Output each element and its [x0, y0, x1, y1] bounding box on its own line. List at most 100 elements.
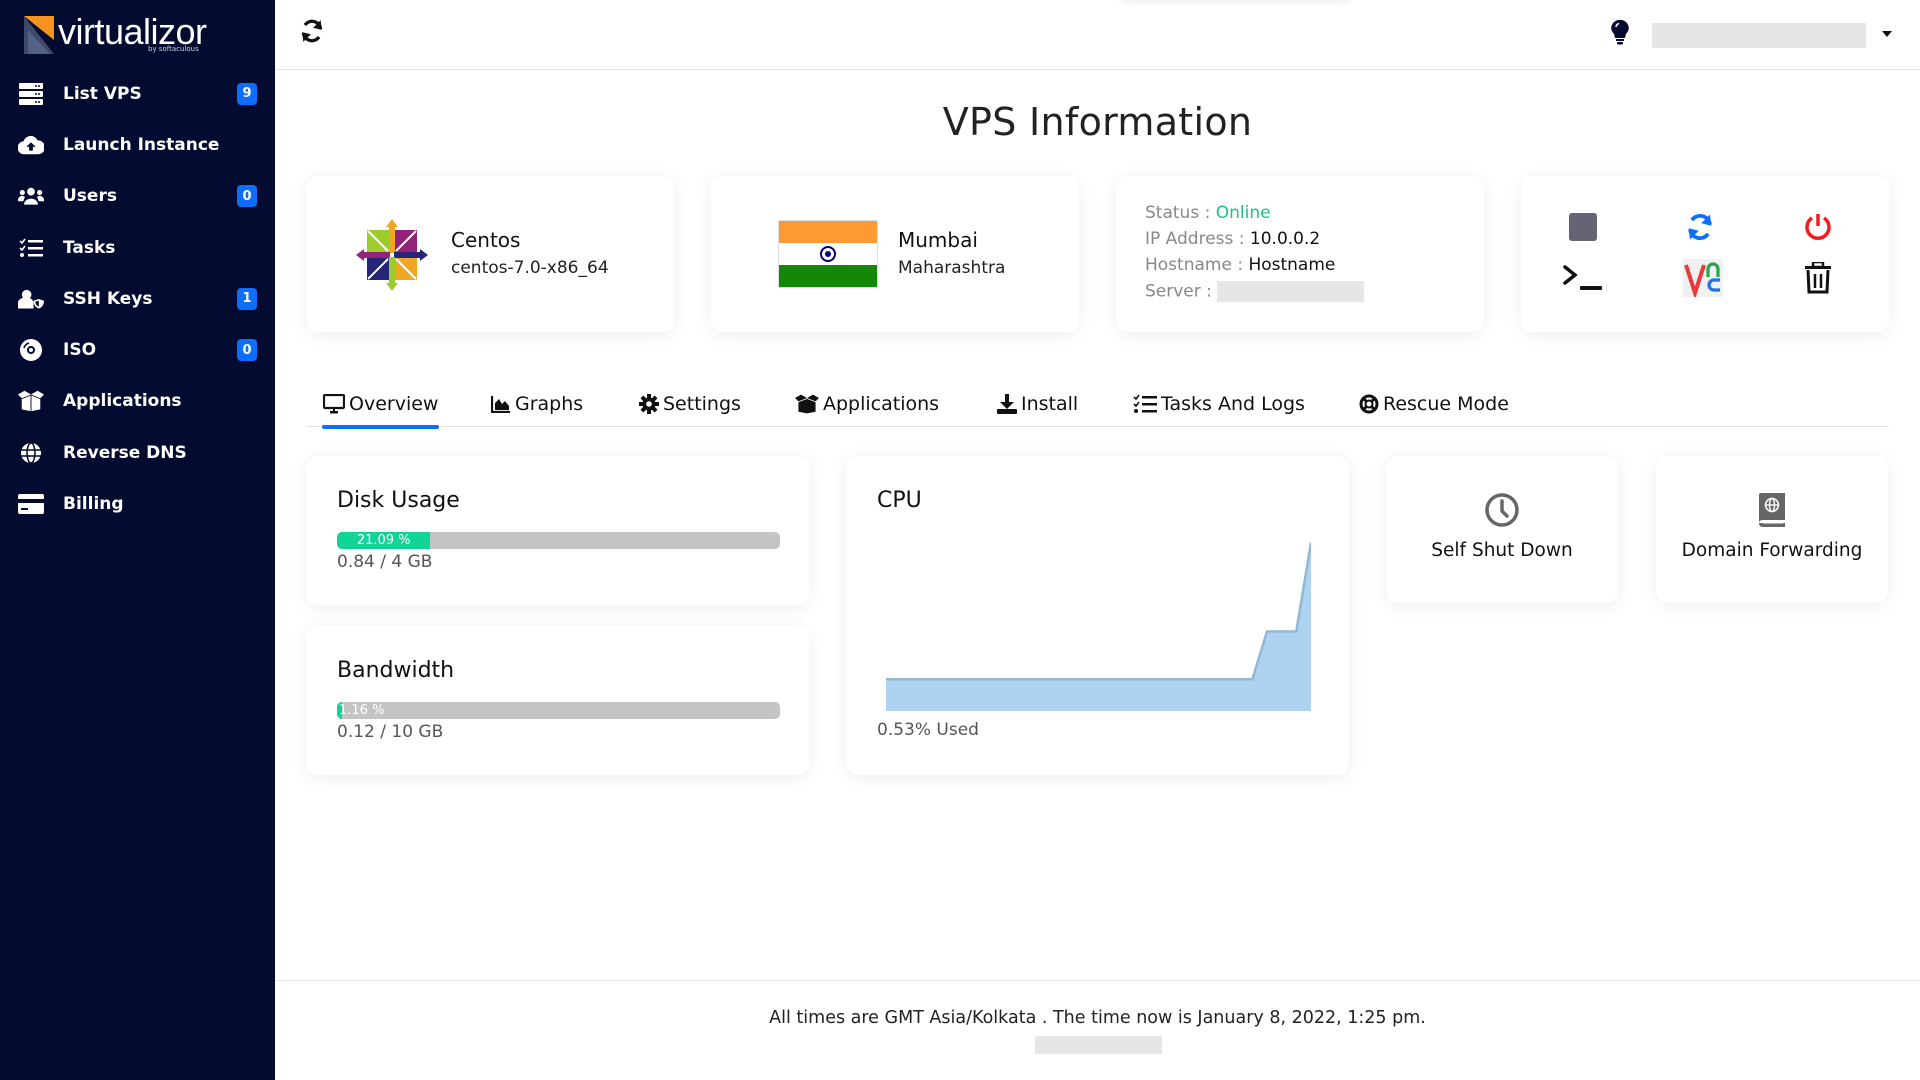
- sidebar-item-label: List VPS: [63, 83, 142, 104]
- tab-rescue-mode[interactable]: Rescue Mode: [1359, 380, 1509, 427]
- os-template: centos-7.0-x86_64: [451, 258, 609, 278]
- tab-install[interactable]: Install: [997, 380, 1078, 427]
- sidebar-item-label: Reverse DNS: [63, 442, 187, 463]
- sidebar-nav: List VPS 9 Launch Instance Users 0 Tasks: [0, 68, 275, 530]
- sidebar-item-label: Applications: [63, 391, 182, 412]
- tile-label: Domain Forwarding: [1681, 540, 1863, 561]
- vnc-button[interactable]: [1681, 256, 1725, 300]
- footer-redacted: [1035, 1036, 1162, 1054]
- domain-forwarding-tile[interactable]: Domain Forwarding: [1656, 456, 1888, 603]
- disk-usage-text: 0.84 / 4 GB: [337, 552, 433, 572]
- location-state: Maharashtra: [898, 258, 1006, 278]
- restart-button[interactable]: [1678, 205, 1722, 249]
- users-icon: [18, 184, 44, 208]
- sidebar-item-reverse-dns[interactable]: Reverse DNS: [0, 427, 275, 478]
- bandwidth-title: Bandwidth: [337, 658, 455, 683]
- tab-graphs[interactable]: Graphs: [491, 380, 583, 427]
- cpu-area-chart: [886, 542, 1311, 711]
- vnc-icon: [1683, 259, 1723, 297]
- power-off-button[interactable]: [1796, 205, 1840, 249]
- india-flag-icon: [778, 220, 878, 288]
- location-city: Mumbai: [898, 228, 978, 252]
- refresh-icon[interactable]: [299, 18, 325, 44]
- count-badge: 0: [237, 339, 257, 362]
- bandwidth-usage-text: 0.12 / 10 GB: [337, 722, 444, 742]
- tab-label: Overview: [349, 392, 439, 415]
- tile-label: Self Shut Down: [1431, 540, 1573, 561]
- user-menu[interactable]: [1652, 23, 1866, 48]
- server-row: Server :: [1145, 281, 1365, 302]
- trash-icon: [1805, 262, 1831, 294]
- delete-button[interactable]: [1796, 256, 1840, 300]
- tab-label: Graphs: [515, 392, 584, 415]
- disk-percent-label: 21.09 %: [356, 533, 411, 548]
- vps-actions-card: [1521, 176, 1889, 332]
- server-icon: [18, 82, 44, 106]
- monitor-icon: [323, 393, 345, 414]
- tab-label: Tasks And Logs: [1161, 392, 1305, 415]
- sidebar-item-users[interactable]: Users 0: [0, 171, 275, 222]
- sidebar-item-iso[interactable]: ISO 0: [0, 324, 275, 375]
- cpu-used-label: 0.53% Used: [877, 720, 979, 740]
- clock-icon: [1485, 493, 1519, 527]
- tab-applications[interactable]: Applications: [795, 380, 939, 427]
- cpu-area-fill: [886, 542, 1311, 711]
- tab-label: Applications: [823, 392, 940, 415]
- hostname-row: Hostname : Hostname: [1145, 255, 1335, 275]
- top-bar: [275, 0, 1920, 70]
- ip-label: IP Address :: [1145, 229, 1250, 249]
- server-label: Server :: [1145, 281, 1218, 302]
- hostname-value: Hostname: [1248, 255, 1336, 275]
- footer-timezone-text: All times are GMT Asia/Kolkata . The tim…: [769, 1008, 1426, 1028]
- user-shield-icon: [18, 287, 44, 311]
- tasks-icon: [1133, 394, 1157, 414]
- server-value-redacted: [1217, 281, 1365, 302]
- os-name: Centos: [451, 228, 521, 252]
- tab-settings[interactable]: Settings: [639, 380, 741, 427]
- logo-icon: [24, 16, 54, 54]
- sidebar-item-billing[interactable]: Billing: [0, 478, 275, 529]
- stop-icon: [1569, 213, 1597, 241]
- tab-overview[interactable]: Overview: [321, 380, 440, 429]
- credit-card-icon: [18, 492, 44, 516]
- sidebar-item-label: Users: [63, 186, 117, 207]
- download-icon: [997, 393, 1017, 414]
- disc-icon: [18, 338, 44, 362]
- tasks-icon: [18, 236, 44, 260]
- disk-usage-card: Disk Usage 21.09 % 0.84 / 4 GB: [306, 456, 809, 605]
- count-badge: 9: [237, 82, 257, 105]
- page-title: VPS Information: [942, 100, 1253, 144]
- terminal-icon: [1563, 265, 1602, 290]
- sidebar-item-list-vps[interactable]: List VPS 9: [0, 68, 275, 119]
- caret-down-icon[interactable]: [1882, 31, 1892, 37]
- os-card: Centos centos-7.0-x86_64: [306, 176, 674, 332]
- disk-title: Disk Usage: [337, 488, 460, 513]
- disk-progress-bar: 21.09 %: [337, 532, 780, 549]
- console-button[interactable]: [1561, 256, 1605, 300]
- count-badge: 0: [237, 185, 257, 208]
- restart-icon: [1688, 213, 1712, 241]
- sidebar-item-label: ISO: [63, 340, 97, 361]
- globe-book-icon: [1759, 493, 1785, 527]
- location-card: Mumbai Maharashtra: [711, 176, 1079, 332]
- sidebar-item-label: SSH Keys: [63, 288, 153, 309]
- sidebar-item-applications[interactable]: Applications: [0, 376, 275, 427]
- box-open-icon: [18, 389, 44, 413]
- sidebar-item-label: Billing: [63, 494, 124, 515]
- stop-button[interactable]: [1561, 205, 1605, 249]
- ip-value: 10.0.0.2: [1249, 229, 1321, 249]
- sidebar-item-tasks[interactable]: Tasks: [0, 222, 275, 273]
- lightbulb-icon[interactable]: [1610, 20, 1630, 46]
- cpu-area-line: [886, 542, 1311, 681]
- sidebar-item-launch-instance[interactable]: Launch Instance: [0, 119, 275, 170]
- sidebar-item-label: Launch Instance: [63, 134, 220, 155]
- footer-divider: [275, 980, 1920, 981]
- vps-tabs: Overview Graphs Settings Applications In…: [306, 380, 1889, 429]
- sidebar: virtualizor by softaculous List VPS 9 La…: [0, 0, 275, 1080]
- tab-tasks-and-logs[interactable]: Tasks And Logs: [1133, 380, 1305, 427]
- sidebar-item-ssh-keys[interactable]: SSH Keys 1: [0, 273, 275, 324]
- brand-sub: by softaculous: [148, 45, 199, 53]
- ip-row: IP Address : 10.0.0.2: [1145, 229, 1320, 249]
- self-shut-down-tile[interactable]: Self Shut Down: [1386, 456, 1618, 603]
- sidebar-item-label: Tasks: [63, 237, 116, 258]
